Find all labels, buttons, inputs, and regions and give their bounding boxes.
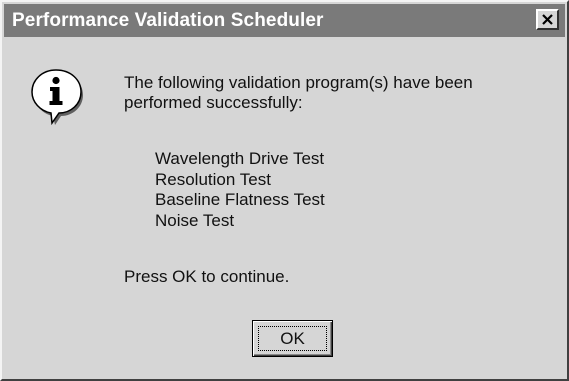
list-item: Wavelength Drive Test xyxy=(155,149,325,168)
test-list: Wavelength Drive Test Resolution Test Ba… xyxy=(155,149,325,231)
window-title: Performance Validation Scheduler xyxy=(12,10,324,31)
list-item: Baseline Flatness Test xyxy=(155,190,325,209)
continue-prompt: Press OK to continue. xyxy=(124,267,290,286)
list-item: Resolution Test xyxy=(155,169,271,189)
ok-button-label: OK xyxy=(280,329,305,348)
message-text: The following validation program(s) have… xyxy=(124,73,473,112)
dialog-window: Performance Validation Scheduler The fol… xyxy=(0,0,569,381)
close-button[interactable] xyxy=(536,9,559,30)
title-bar[interactable]: Performance Validation Scheduler xyxy=(4,4,565,37)
ok-button[interactable]: OK xyxy=(252,320,333,357)
close-icon xyxy=(542,14,553,25)
list-item: Noise Test xyxy=(155,210,235,230)
info-icon xyxy=(31,69,83,126)
